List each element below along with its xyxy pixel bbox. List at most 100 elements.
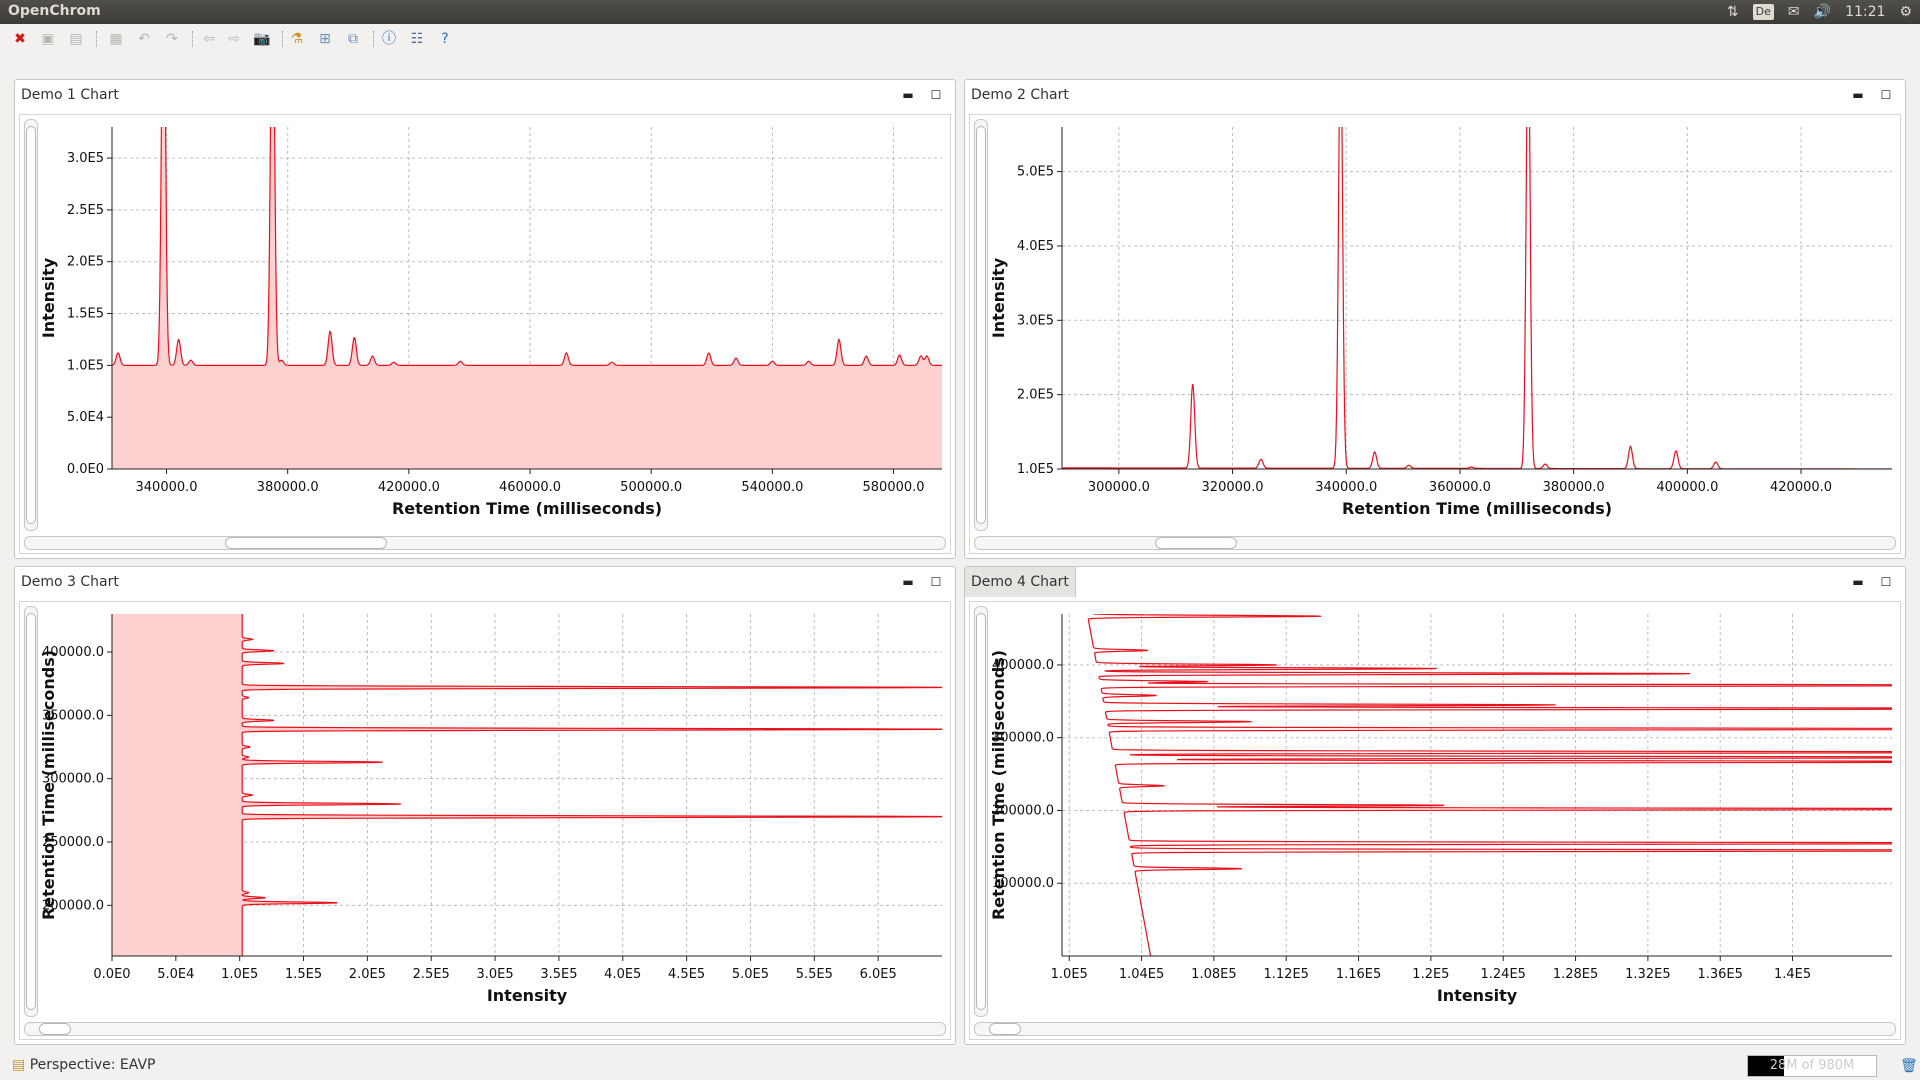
- x-tick-label: 1.5E5: [285, 967, 322, 982]
- save-icon[interactable]: ▣: [39, 30, 57, 48]
- keyboard-layout[interactable]: De: [1752, 4, 1774, 20]
- horizontal-scrollbar[interactable]: [24, 1022, 946, 1036]
- save-as-icon[interactable]: ▦: [107, 30, 125, 48]
- vertical-scrollbar[interactable]: [974, 119, 988, 531]
- vertical-scrollbar[interactable]: [974, 606, 988, 1017]
- minimize-icon[interactable]: ▬: [901, 575, 915, 589]
- trace-line: [241, 614, 942, 956]
- heap-status[interactable]: 28M of 980M: [1747, 1055, 1877, 1077]
- status-bar: ▤ Perspective: EAVP 28M of 980M 🗑: [0, 1052, 1920, 1080]
- redo-icon[interactable]: ↷: [163, 30, 181, 48]
- x-tick-label: 1.2E5: [1412, 967, 1449, 982]
- chart-area: 300000.0 320000.0 340000.0 360000.0 380000.0…: [969, 114, 1901, 554]
- vertical-scrollbar[interactable]: [24, 119, 38, 531]
- process-icon[interactable]: ⚗: [288, 30, 306, 48]
- y-tick-label: 4.0E5: [1017, 239, 1054, 254]
- minimize-icon[interactable]: ▬: [1851, 575, 1865, 589]
- demo1-chart[interactable]: 340000.0 380000.0 420000.0 460000.0 500000.0…: [40, 115, 952, 535]
- x-tick-label: 0.0E0: [93, 967, 130, 982]
- maximize-icon[interactable]: ☐: [1879, 575, 1893, 589]
- trace-group: [112, 614, 942, 956]
- vertical-scrollbar[interactable]: [24, 606, 38, 1017]
- undo-icon[interactable]: ↶: [135, 30, 153, 48]
- x-tick-label: 3.5E5: [540, 967, 577, 982]
- forward-icon[interactable]: ⇨: [225, 30, 243, 48]
- chart-area: 0.0E0 5.0E4 1.0E5 1.5E5 2.0E5 2.5E5 3.0E5 3.5E5…: [19, 601, 951, 1040]
- settings-gear-icon[interactable]: ⚙: [1899, 2, 1912, 22]
- close-icon[interactable]: ✖: [11, 30, 29, 48]
- part-tab-demo4[interactable]: Demo 4 Chart: [965, 567, 1076, 597]
- horizontal-scrollbar[interactable]: [974, 1022, 1896, 1036]
- toolbar-separator: [373, 31, 375, 47]
- x-tick-label: 1.12E5: [1264, 967, 1309, 982]
- window-icon[interactable]: ⧉: [344, 30, 362, 48]
- x-tick-label: 400000.0: [1656, 480, 1718, 495]
- y-axis-title: Retention Time (milliseconds): [40, 650, 58, 920]
- maximize-icon[interactable]: ☐: [929, 88, 943, 102]
- demo3-chart[interactable]: 0.0E0 5.0E4 1.0E5 1.5E5 2.0E5 2.5E5 3.0E5 3.5E5…: [40, 602, 952, 1022]
- clock[interactable]: 11:21: [1845, 2, 1885, 22]
- part-tab-demo1[interactable]: Demo 1 Chart: [15, 80, 125, 110]
- demo4-chart[interactable]: 1.0E5 1.04E5 1.08E5 1.12E5 1.16E5 1.2E5 1.24E5…: [990, 602, 1902, 1022]
- horizontal-scrollbar[interactable]: [24, 536, 946, 550]
- chart-area: 340000.0 380000.0 420000.0 460000.0 500000.0…: [19, 114, 951, 554]
- x-tick-label: 1.0E5: [1051, 967, 1088, 982]
- network-icon[interactable]: ⇅: [1727, 2, 1739, 22]
- y-axis-title: Retention Time (milliseconds): [990, 650, 1008, 920]
- top-panel: OpenChrom ⇅ De ✉ 🔊 11:21 ⚙: [0, 0, 1920, 24]
- x-axis-title: Retention Time (milliseconds): [392, 499, 662, 518]
- x-tick-label: 380000.0: [257, 480, 319, 495]
- perspective-indicator[interactable]: ▤ Perspective: EAVP: [12, 1057, 155, 1073]
- minimize-icon[interactable]: ▬: [1851, 88, 1865, 102]
- x-tick-label: 540000.0: [741, 480, 803, 495]
- y-tick-label: 1.0E5: [67, 358, 104, 373]
- app-title: OpenChrom: [8, 3, 101, 19]
- x-tick-label: 360000.0: [1429, 480, 1491, 495]
- part-tab-demo3[interactable]: Demo 3 Chart: [15, 567, 125, 597]
- toolbar-separator: [282, 31, 284, 47]
- x-tick-label: 4.5E5: [668, 967, 705, 982]
- x-tick-label: 3.0E5: [476, 967, 513, 982]
- perspective-icon: ▤: [12, 1057, 26, 1073]
- system-tray: ⇅ De ✉ 🔊 11:21 ⚙: [1727, 2, 1912, 22]
- x-tick-label: 1.04E5: [1119, 967, 1164, 982]
- chart-part-demo3: Demo 3 Chart ▬ ☐ 0.0E0 5.0E4 1.0E5 1.5E5 2.0E…: [14, 566, 956, 1045]
- chart-part-demo1: Demo 1 Chart ▬ ☐ 340000.0 380000.0 420000.0…: [14, 79, 956, 559]
- perspective-label: Perspective: EAVP: [29, 1057, 156, 1073]
- main-toolbar: ✖ ▣ ▤ ▦ ↶ ↷ ⇦ ⇨ 📷 ⚗ ⊞ ⧉ ⓘ ☷ ?: [0, 27, 1920, 51]
- x-tick-label: 1.16E5: [1336, 967, 1381, 982]
- info-icon[interactable]: ⓘ: [380, 30, 398, 48]
- garbage-collect-icon[interactable]: 🗑: [1900, 1058, 1918, 1074]
- maximize-icon[interactable]: ☐: [929, 575, 943, 589]
- save-all-icon[interactable]: ▤: [67, 30, 85, 48]
- toolbar-separator: [192, 31, 194, 47]
- x-tick-label: 5.0E5: [732, 967, 769, 982]
- y-tick-label: 2.5E5: [67, 203, 104, 218]
- x-tick-label: 300000.0: [1088, 480, 1150, 495]
- back-icon[interactable]: ⇦: [200, 30, 218, 48]
- trace-fill: [112, 614, 942, 956]
- horizontal-scrollbar[interactable]: [974, 536, 1896, 550]
- help-icon[interactable]: ?: [436, 30, 454, 48]
- y-tick-label: 1.5E5: [67, 307, 104, 322]
- minimize-icon[interactable]: ▬: [901, 88, 915, 102]
- x-tick-label: 420000.0: [378, 480, 440, 495]
- heap-label: 28M of 980M: [1769, 1058, 1855, 1073]
- part-tab-demo2[interactable]: Demo 2 Chart: [965, 80, 1075, 110]
- chart-area: 1.0E5 1.04E5 1.08E5 1.12E5 1.16E5 1.2E5 1.24E5…: [969, 601, 1901, 1040]
- y-tick-label: 3.0E5: [67, 151, 104, 166]
- y-tick-label: 5.0E5: [1017, 165, 1054, 180]
- preferences-icon[interactable]: ☷: [408, 30, 426, 48]
- trace-group: [1062, 127, 1892, 469]
- mail-icon[interactable]: ✉: [1788, 2, 1800, 22]
- perspective-icon[interactable]: ⊞: [316, 30, 334, 48]
- x-tick-label: 320000.0: [1202, 480, 1264, 495]
- volume-icon[interactable]: 🔊: [1814, 2, 1831, 22]
- y-tick-label: 0.0E0: [67, 462, 104, 477]
- x-tick-label: 1.0E5: [221, 967, 258, 982]
- x-tick-label: 420000.0: [1770, 480, 1832, 495]
- maximize-icon[interactable]: ☐: [1879, 88, 1893, 102]
- demo2-chart[interactable]: 300000.0 320000.0 340000.0 360000.0 380000.0…: [990, 115, 1902, 535]
- chart-part-demo4: Demo 4 Chart ▬ ☐ 1.0E5 1.04E5 1.08E5 1.12E5 1…: [964, 566, 1906, 1045]
- camera-icon[interactable]: 📷: [253, 30, 271, 48]
